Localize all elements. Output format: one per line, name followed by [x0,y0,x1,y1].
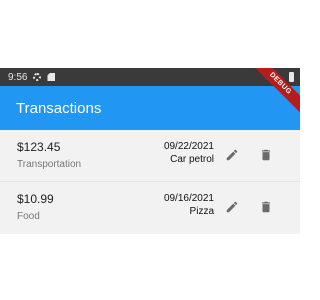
app-screen: 9:56 Transactions DEBUG $123.45 Transpor… [0,68,300,234]
transaction-description: Car petrol [170,154,214,165]
transaction-row: $123.45 Transportation 09/22/2021 Car pe… [0,130,300,182]
trash-icon [261,201,271,213]
transaction-list: $123.45 Transportation 09/22/2021 Car pe… [0,130,300,234]
transaction-date: 09/22/2021 [163,141,214,152]
transaction-category: Food [17,211,40,222]
battery-icon [289,72,294,82]
delete-button[interactable] [257,146,275,164]
transaction-date: 09/16/2021 [163,193,214,204]
transaction-category: Transportation [17,159,82,170]
app-bar: Transactions [0,86,300,130]
trash-icon [261,149,271,161]
edit-button[interactable] [223,198,241,216]
sd-card-icon [47,73,56,81]
status-bar: 9:56 [0,68,300,86]
transaction-amount: $123.45 [17,140,61,154]
edit-button[interactable] [223,146,241,164]
settings-icon [33,73,42,81]
transaction-meta: 09/16/2021 Pizza [164,192,214,218]
transaction-meta: 09/22/2021 Car petrol [164,140,214,166]
page-title: Transactions [16,99,102,117]
pencil-icon [226,201,238,213]
status-time: 9:56 [8,71,28,83]
delete-button[interactable] [257,198,275,216]
transaction-amount: $10.99 [17,192,54,206]
transaction-row: $10.99 Food 09/16/2021 Pizza [0,182,300,234]
transaction-description: Pizza [189,206,214,217]
pencil-icon [226,149,238,161]
